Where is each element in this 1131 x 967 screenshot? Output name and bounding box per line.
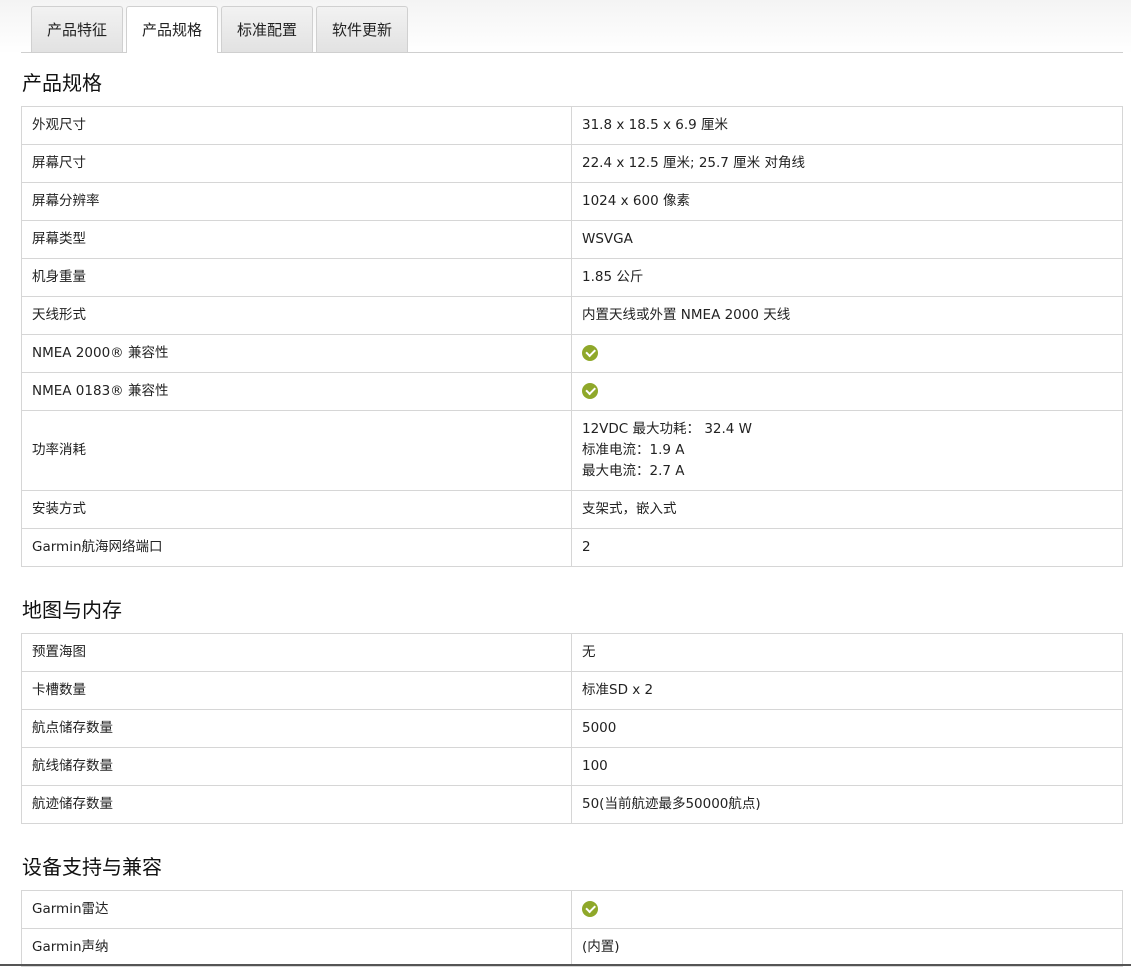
power-line-max-current: 最大电流：2.7 A (582, 463, 685, 479)
table-row: 屏幕尺寸 22.4 x 12.5 厘米; 25.7 厘米 对角线 (21, 144, 1123, 183)
maps-memory-table: 预置海图 无 卡槽数量 标准SD x 2 航点储存数量 5000 航线储存数量 … (21, 633, 1123, 824)
spec-label: 航点储存数量 (21, 709, 572, 748)
spec-value: 12VDC 最大功耗： 32.4 W 标准电流：1.9 A 最大电流：2.7 A (571, 410, 1123, 491)
spec-label: Garmin雷达 (21, 890, 572, 929)
table-row: Garmin雷达 (21, 890, 1123, 929)
spec-value: 1024 x 600 像素 (571, 182, 1123, 221)
check-circle-icon (582, 345, 598, 361)
table-row: NMEA 2000® 兼容性 (21, 334, 1123, 373)
section-title-specs: 产品规格 (22, 71, 102, 95)
tab-software-update[interactable]: 软件更新 (316, 6, 409, 52)
spec-value: (内置) (571, 928, 1123, 967)
spec-label: 机身重量 (21, 258, 572, 297)
table-row: 航点储存数量 5000 (21, 709, 1123, 748)
spec-label: 屏幕尺寸 (21, 144, 572, 183)
spec-value: 31.8 x 18.5 x 6.9 厘米 (571, 106, 1123, 145)
spec-label: 航迹储存数量 (21, 785, 572, 824)
section-title-device-support: 设备支持与兼容 (22, 855, 162, 879)
table-row: 外观尺寸 31.8 x 18.5 x 6.9 厘米 (21, 106, 1123, 145)
spec-value: 1.85 公斤 (571, 258, 1123, 297)
spec-label: 屏幕类型 (21, 220, 572, 259)
spec-value: 22.4 x 12.5 厘米; 25.7 厘米 对角线 (571, 144, 1123, 183)
table-row: 安装方式 支架式，嵌入式 (21, 490, 1123, 529)
tab-bar: 产品特征 产品规格 标准配置 软件更新 (31, 6, 411, 53)
spec-label: Garmin声纳 (21, 928, 572, 967)
spec-value: 支架式，嵌入式 (571, 490, 1123, 529)
table-row: 航线储存数量 100 (21, 747, 1123, 786)
tab-standard-config[interactable]: 标准配置 (221, 6, 314, 52)
specs-table: 外观尺寸 31.8 x 18.5 x 6.9 厘米 屏幕尺寸 22.4 x 12… (21, 106, 1123, 567)
tab-product-features[interactable]: 产品特征 (31, 6, 124, 52)
table-row: Garmin声纳 (内置) (21, 928, 1123, 967)
spec-label: 屏幕分辨率 (21, 182, 572, 221)
spec-label: NMEA 0183® 兼容性 (21, 372, 572, 411)
table-row: 功率消耗 12VDC 最大功耗： 32.4 W 标准电流：1.9 A 最大电流：… (21, 410, 1123, 491)
spec-value: 2 (571, 528, 1123, 567)
device-support-table: Garmin雷达 Garmin声纳 (内置) (21, 890, 1123, 967)
table-row: Garmin航海网络端口 2 (21, 528, 1123, 567)
table-row: 屏幕类型 WSVGA (21, 220, 1123, 259)
table-row: 预置海图 无 (21, 633, 1123, 672)
table-row: 天线形式 内置天线或外置 NMEA 2000 天线 (21, 296, 1123, 335)
spec-value: 100 (571, 747, 1123, 786)
spec-label: 卡槽数量 (21, 671, 572, 710)
table-row: 航迹储存数量 50(当前航迹最多50000航点) (21, 785, 1123, 824)
spec-label: 安装方式 (21, 490, 572, 529)
spec-label: NMEA 2000® 兼容性 (21, 334, 572, 373)
table-row: 卡槽数量 标准SD x 2 (21, 671, 1123, 710)
check-circle-icon (582, 383, 598, 399)
spec-value: 50(当前航迹最多50000航点) (571, 785, 1123, 824)
spec-value: 5000 (571, 709, 1123, 748)
tab-product-specs[interactable]: 产品规格 (126, 6, 219, 53)
spec-value (571, 372, 1123, 411)
spec-value (571, 890, 1123, 929)
table-row: 屏幕分辨率 1024 x 600 像素 (21, 182, 1123, 221)
spec-label: 天线形式 (21, 296, 572, 335)
spec-value: 内置天线或外置 NMEA 2000 天线 (571, 296, 1123, 335)
spec-value (571, 334, 1123, 373)
table-row: NMEA 0183® 兼容性 (21, 372, 1123, 411)
section-title-maps-memory: 地图与内存 (22, 598, 122, 622)
spec-value: WSVGA (571, 220, 1123, 259)
spec-label: 航线储存数量 (21, 747, 572, 786)
spec-label: 功率消耗 (21, 410, 572, 491)
spec-label: Garmin航海网络端口 (21, 528, 572, 567)
spec-value: 标准SD x 2 (571, 671, 1123, 710)
spec-label: 预置海图 (21, 633, 572, 672)
table-row: 机身重量 1.85 公斤 (21, 258, 1123, 297)
spec-label: 外观尺寸 (21, 106, 572, 145)
power-line-standard: 标准电流：1.9 A (582, 442, 685, 458)
check-circle-icon (582, 901, 598, 917)
spec-value: 无 (571, 633, 1123, 672)
power-line-max: 12VDC 最大功耗： 32.4 W (582, 421, 753, 437)
